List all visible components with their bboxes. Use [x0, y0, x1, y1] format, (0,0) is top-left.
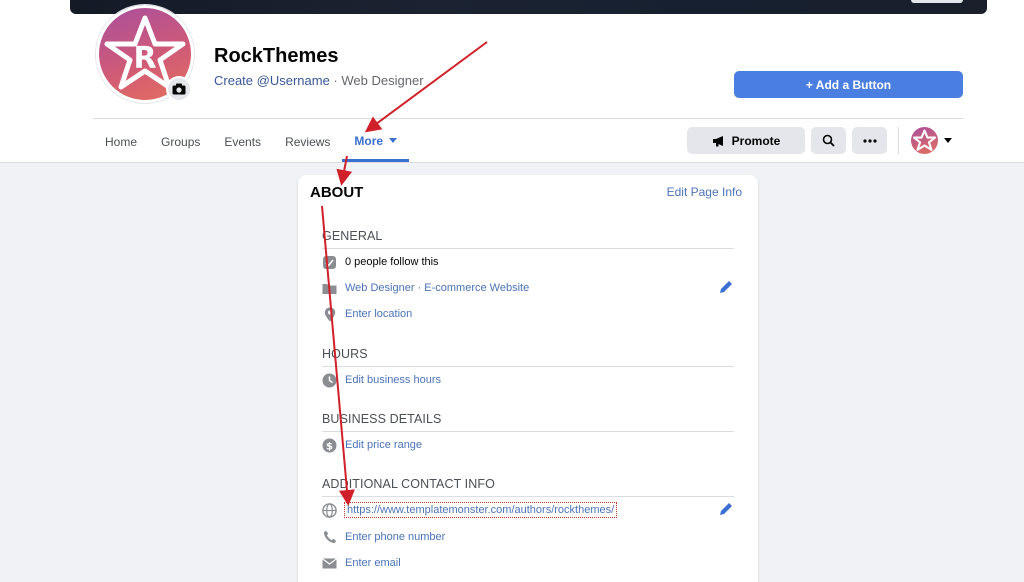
hours-row: Edit business hours	[322, 371, 441, 389]
page-tabs: Home Groups Events Reviews More	[93, 122, 410, 163]
subtitle-separator: ·	[333, 73, 338, 88]
edit-page-info-link[interactable]: Edit Page Info	[667, 185, 742, 199]
search-icon	[822, 134, 835, 147]
business-details-heading: BUSINESS DETAILS	[322, 412, 442, 426]
chevron-down-icon	[389, 138, 398, 143]
promote-button[interactable]: Promote	[687, 127, 805, 154]
rock-star-logo	[912, 129, 937, 151]
dollar-icon: $	[322, 438, 337, 453]
svg-text:$: $	[326, 441, 333, 452]
followers-icon	[322, 255, 337, 270]
about-heading: ABOUT	[310, 184, 364, 201]
cover-photo[interactable]	[70, 0, 987, 14]
tab-label: More	[354, 133, 384, 148]
phone-icon	[322, 530, 337, 545]
update-photo-button[interactable]	[166, 76, 192, 102]
enter-email-link[interactable]: Enter email	[345, 557, 401, 569]
header-divider	[93, 118, 964, 119]
toolbar-separator	[898, 127, 899, 154]
more-icon	[862, 138, 877, 143]
promote-label: Promote	[731, 133, 781, 148]
enter-location-link[interactable]: Enter location	[345, 308, 412, 320]
pencil-icon[interactable]	[718, 501, 734, 517]
tab-groups[interactable]: Groups	[149, 122, 212, 162]
clock-icon	[322, 373, 337, 388]
section-divider	[322, 496, 734, 497]
create-username-link[interactable]: Create @Username	[214, 73, 330, 88]
category-row: Web Designer · E-commerce Website	[322, 279, 529, 297]
search-button[interactable]	[811, 127, 846, 154]
followers-row: 0 people follow this	[322, 253, 439, 271]
pencil-icon[interactable]	[718, 279, 734, 295]
hours-heading: HOURS	[322, 347, 368, 361]
tab-label: Reviews	[285, 135, 331, 149]
email-row: Enter email	[322, 554, 401, 572]
folder-icon	[322, 281, 337, 296]
tab-label: Groups	[161, 135, 201, 149]
edit-business-hours-link[interactable]: Edit business hours	[345, 374, 441, 386]
add-a-button[interactable]: + Add a Button	[734, 71, 963, 98]
tab-events[interactable]: Events	[212, 122, 273, 162]
edit-price-range-link[interactable]: Edit price range	[345, 439, 422, 451]
page-category: Web Designer	[341, 73, 424, 88]
tab-reviews[interactable]: Reviews	[273, 122, 342, 162]
enter-phone-link[interactable]: Enter phone number	[345, 531, 445, 543]
edit-cover-button[interactable]	[911, 0, 963, 3]
account-avatar[interactable]	[911, 127, 938, 154]
general-heading: GENERAL	[322, 229, 383, 243]
camera-icon	[172, 83, 186, 95]
contact-info-heading: ADDITIONAL CONTACT INFO	[322, 477, 495, 491]
followers-count: 0 people follow this	[345, 256, 439, 268]
more-options-button[interactable]	[852, 127, 887, 154]
tab-label: Home	[105, 135, 138, 149]
about-card: ABOUT Edit Page Info GENERAL 0 people fo…	[298, 175, 758, 582]
price-row: $ Edit price range	[322, 436, 422, 454]
section-divider	[322, 248, 734, 249]
tab-more[interactable]: More	[342, 122, 410, 162]
svg-text:R: R	[133, 41, 156, 76]
section-divider	[322, 366, 734, 367]
phone-row: Enter phone number	[322, 528, 445, 546]
website-link[interactable]: https://www.templatemonster.com/authors/…	[343, 502, 618, 518]
page-subtitle: Create @Username · Web Designer	[214, 73, 424, 88]
categories-link[interactable]: Web Designer · E-commerce Website	[345, 282, 529, 294]
section-divider	[322, 431, 734, 432]
mail-icon	[322, 556, 337, 571]
location-row: Enter location	[322, 305, 412, 323]
tab-label: Events	[224, 135, 262, 149]
tab-home[interactable]: Home	[93, 122, 149, 162]
website-row: https://www.templatemonster.com/authors/…	[322, 501, 618, 519]
megaphone-icon	[712, 135, 723, 146]
globe-icon	[322, 502, 337, 518]
location-pin-icon	[322, 307, 337, 322]
page-title: RockThemes	[214, 45, 339, 67]
chevron-down-icon[interactable]	[944, 138, 952, 143]
